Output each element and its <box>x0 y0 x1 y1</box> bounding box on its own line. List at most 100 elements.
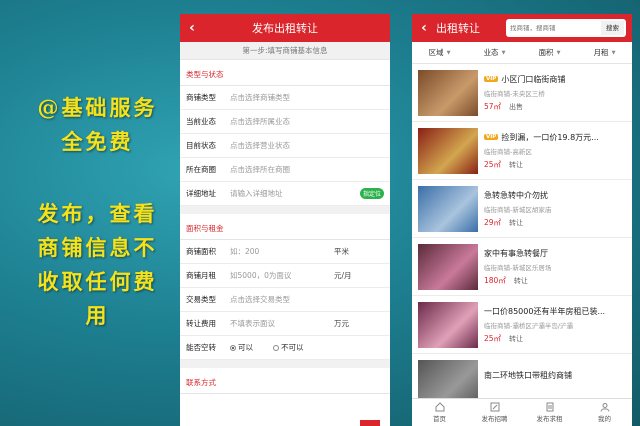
nav-mine[interactable]: 我的 <box>577 399 632 426</box>
field-label: 所在商圈 <box>186 165 216 174</box>
promo-line: 全免费 <box>61 129 134 154</box>
locate-button[interactable]: 指定位 <box>359 188 384 199</box>
back-arrow-icon[interactable]: ‹ <box>180 20 204 36</box>
business-district-field[interactable]: 所在商圈 点击选择所在商圈 <box>180 158 390 182</box>
step-hint: 第一步:填写商铺基本信息 <box>180 42 390 60</box>
listing-info: 家中有事急转餐厅 临街商铺-新城区乐居场 180㎡ 转让 <box>478 248 626 286</box>
next-button-edge[interactable] <box>360 420 380 426</box>
field-label: 转让费用 <box>186 319 216 328</box>
vip-badge: VIP <box>484 76 499 82</box>
area-field[interactable]: 商铺面积 如：200 平米 <box>180 240 390 264</box>
divider <box>180 206 390 214</box>
listing-area: 25㎡ <box>484 333 502 343</box>
listing-area: 25㎡ <box>484 159 502 169</box>
listing-info: 南二环地铁口带租约商铺 <box>478 370 626 396</box>
listing-photo <box>418 69 478 116</box>
radio-dot-icon <box>273 344 279 351</box>
business-format-field[interactable]: 当前业态 点击选择所属业态 <box>180 110 390 134</box>
listing-item[interactable]: VIP 捡到漏，一口价19.8万元... 临街商铺-高新区 25㎡ 转让 <box>412 122 632 180</box>
address-field[interactable]: 详细地址 请输入详细地址 指定位 <box>180 182 390 206</box>
field-unit: 元/月 <box>334 271 352 280</box>
publish-screen: ‹ 发布出租转让 第一步:填写商铺基本信息 类型与状态 商铺类型 点击选择商铺类型… <box>180 14 390 426</box>
field-unit: 万元 <box>334 319 349 328</box>
listing-item[interactable]: 家中有事急转餐厅 临街商铺-新城区乐居场 180㎡ 转让 <box>412 238 632 296</box>
listing-title-row: 急转急转中介勿扰 <box>484 190 626 201</box>
filter-label: 面积 <box>538 48 554 57</box>
nav-label: 发布招聘 <box>481 415 508 423</box>
vip-badge: VIP <box>484 134 499 140</box>
filter-label: 区域 <box>428 48 444 57</box>
field-label: 详细地址 <box>186 189 216 198</box>
rent-field[interactable]: 商铺月租 如5000，0为面议 元/月 <box>180 264 390 288</box>
transfer-fee-field[interactable]: 转让费用 不填表示面议 万元 <box>180 312 390 336</box>
listing-screen: ‹ 出租转让 搜索 区域▼ 业态▼ 面积▼ 月租▼ VIP小区门口临街商铺临街商… <box>412 14 632 426</box>
filter-area[interactable]: 面积 ▼ <box>522 42 577 63</box>
nav-label: 发布求租 <box>536 415 563 423</box>
field-label: 当前业态 <box>186 117 216 126</box>
publish-header: ‹ 发布出租转让 <box>180 14 390 42</box>
promo-line: 发布，查看 <box>37 201 158 226</box>
radio-yes[interactable]: 可以 <box>230 342 253 353</box>
filter-label: 月租 <box>593 48 609 57</box>
listing-meta: 29㎡ 转让 <box>484 217 626 228</box>
field-label: 交易类型 <box>186 295 216 304</box>
trade-type-field[interactable]: 交易类型 点击选择交易类型 <box>180 288 390 312</box>
home-icon <box>435 402 444 412</box>
field-label: 商铺面积 <box>186 247 216 256</box>
filter-business[interactable]: 业态 ▼ <box>467 42 522 63</box>
status-field[interactable]: 目前状态 点击选择营业状态 <box>180 134 390 158</box>
field-value: 如5000，0为面议 <box>230 271 292 280</box>
filter-district[interactable]: 区域 ▼ <box>412 42 467 63</box>
listing-item[interactable]: 一口价85000还有半年房租已装... 临街商铺-灞桥区浐灞半岛/浐灞 25㎡ 转让 <box>412 296 632 354</box>
nav-post-request[interactable]: 发布求租 <box>522 399 577 426</box>
listing-location: 临街商铺-未央区三桥 <box>484 89 545 98</box>
listing-deal-type: 转让 <box>509 218 524 227</box>
listing-deal-type: 转让 <box>509 160 524 169</box>
listing-photo <box>418 127 478 174</box>
listing-photo <box>418 301 478 348</box>
back-arrow-icon[interactable]: ‹ <box>412 20 436 36</box>
listing-info: VIP 捡到漏，一口价19.8万元... 临街商铺-高新区 25㎡ 转让 <box>478 132 626 170</box>
listing-info: VIP 小区门口临街商铺 临街商铺-未央区三桥 57㎡ 出售 <box>478 74 626 112</box>
listing-photo <box>418 185 478 232</box>
section-title-type: 类型与状态 <box>180 60 390 86</box>
vacant-transfer-field: 能否空转 可以 不可以 <box>180 336 390 360</box>
field-value: 不填表示面议 <box>230 319 275 328</box>
filter-bar: 区域 ▼ 业态 ▼ 面积 ▼ 月租 ▼ <box>412 42 632 64</box>
promo-line: @基础服务 <box>37 95 158 120</box>
filter-rent[interactable]: 月租 ▼ <box>577 42 632 63</box>
search-button[interactable]: 搜索 <box>601 21 624 35</box>
page-title: 发布出租转让 <box>252 22 318 35</box>
listing-title-row: 一口价85000还有半年房租已装... <box>484 306 626 317</box>
listing-list: VIP 小区门口临街商铺 临街商铺-未央区三桥 57㎡ 出售 VIP 捡到漏，一口价19.8… <box>412 64 632 406</box>
nav-post-job[interactable]: 发布招聘 <box>467 399 522 426</box>
radio-label: 可以 <box>238 343 253 352</box>
radio-label: 不可以 <box>281 343 304 352</box>
field-value: 如：200 <box>230 247 260 256</box>
promo-line: 收取任何费 <box>37 269 158 294</box>
field-label: 商铺月租 <box>186 271 216 280</box>
listing-meta <box>484 387 626 396</box>
radio-dot-icon <box>230 344 236 351</box>
field-value: 点击选择所属业态 <box>230 117 290 126</box>
field-value: 点击选择交易类型 <box>230 295 290 304</box>
listing-title-row: 家中有事急转餐厅 <box>484 248 626 259</box>
chevron-down-icon: ▼ <box>501 49 506 56</box>
listing-info: 急转急转中介勿扰 临街商铺-新城区胡家庙 29㎡ 转让 <box>478 190 626 228</box>
listing-title-row: VIP 小区门口临街商铺 <box>484 74 626 85</box>
listing-title: 南二环地铁口带租约商铺 <box>484 370 572 380</box>
listing-title-row: 南二环地铁口带租约商铺 <box>484 370 626 381</box>
shop-type-field[interactable]: 商铺类型 点击选择商铺类型 <box>180 86 390 110</box>
listing-area: 57㎡ <box>484 101 502 111</box>
listing-item[interactable]: 急转急转中介勿扰 临街商铺-新城区胡家庙 29㎡ 转让 <box>412 180 632 238</box>
listing-location: 临街商铺-高新区 <box>484 147 532 156</box>
nav-home[interactable]: 首页 <box>412 399 467 426</box>
page-title: 出租转让 <box>436 22 480 35</box>
listing-title-row: VIP 捡到漏，一口价19.8万元... <box>484 132 626 143</box>
radio-no[interactable]: 不可以 <box>273 342 304 353</box>
listing-location: 临街商铺-新城区乐居场 <box>484 263 552 272</box>
field-value: 请输入详细地址 <box>230 189 283 198</box>
listing-deal-type: 转让 <box>513 276 528 285</box>
listing-item[interactable]: VIP 小区门口临街商铺 临街商铺-未央区三桥 57㎡ 出售 <box>412 64 632 122</box>
search-input[interactable] <box>506 24 601 32</box>
